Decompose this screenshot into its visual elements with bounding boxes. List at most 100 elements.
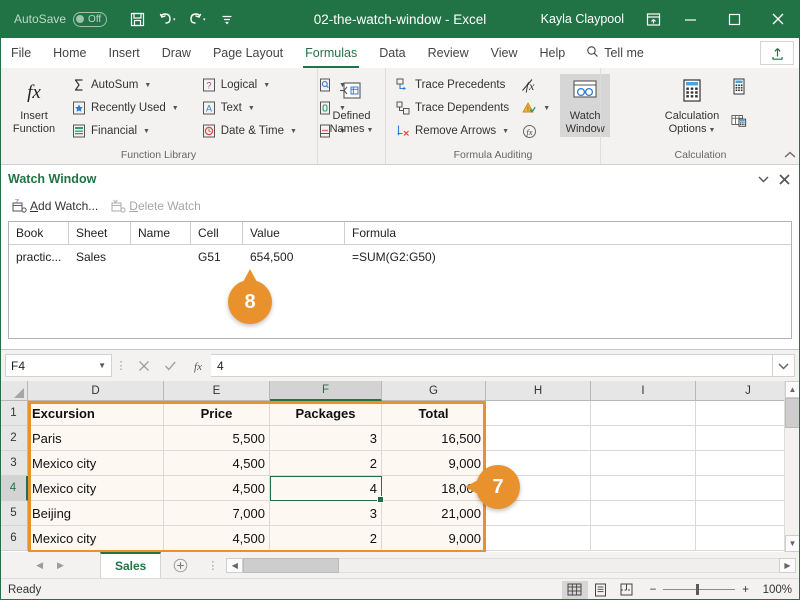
cell-i1[interactable] (591, 401, 696, 426)
scroll-up-icon[interactable]: ▲ (785, 381, 800, 398)
tab-data[interactable]: Data (368, 38, 416, 68)
cell-f2[interactable]: 3 (270, 426, 382, 451)
share-button[interactable] (760, 41, 794, 65)
financial-button[interactable]: Financial ▼ (67, 120, 183, 142)
undo-icon[interactable] (153, 5, 181, 33)
cell-f4[interactable]: 4 (270, 476, 382, 501)
minimize-icon[interactable] (668, 0, 712, 38)
watch-window-close-icon[interactable] (779, 173, 790, 185)
watch-window-row[interactable]: practic... Sales G51 654,500 =SUM(G2:G50… (9, 245, 791, 268)
autosave-switch[interactable]: Off (73, 11, 108, 27)
cell-j2[interactable] (696, 426, 784, 451)
cell-g5[interactable]: 21,000 (382, 501, 486, 526)
tab-home[interactable]: Home (42, 38, 97, 68)
chevron-down-icon[interactable]: ▼ (263, 82, 270, 89)
add-watch-button[interactable]: ? AAdd Watch...dd Watch... (6, 196, 103, 216)
zoom-slider[interactable] (663, 584, 736, 595)
chevron-down-icon[interactable]: ▼ (708, 127, 715, 134)
cell-e5[interactable]: 7,000 (164, 501, 270, 526)
formula-input[interactable]: 4 (211, 354, 773, 377)
remove-arrows-button[interactable]: Remove Arrows ▼ (391, 120, 513, 142)
column-header-i[interactable]: I (591, 381, 696, 401)
column-header-h[interactable]: H (486, 381, 591, 401)
chevron-down-icon[interactable]: ▼ (290, 128, 297, 135)
tab-view[interactable]: View (480, 38, 529, 68)
insert-function-icon[interactable]: fx (184, 354, 211, 377)
chevron-down-icon[interactable]: ▼ (98, 361, 106, 370)
evaluate-formula-button[interactable]: fx (517, 120, 554, 142)
cell-f5[interactable]: 3 (270, 501, 382, 526)
watch-col-sheet[interactable]: Sheet (69, 222, 131, 244)
page-layout-view-icon[interactable] (588, 581, 614, 599)
text-button[interactable]: A Text ▼ (197, 97, 301, 119)
autosave-toggle[interactable]: AutoSave Off (14, 11, 108, 27)
horizontal-scroll-track[interactable] (339, 557, 779, 573)
column-header-e[interactable]: E (164, 381, 270, 401)
cell-g6[interactable]: 9,000 (382, 526, 486, 551)
cell-d4[interactable]: Mexico city (28, 476, 164, 501)
tab-draw[interactable]: Draw (151, 38, 202, 68)
tab-help[interactable]: Help (529, 38, 577, 68)
trace-dependents-button[interactable]: Trace Dependents (391, 97, 513, 119)
recently-used-button[interactable]: Recently Used ▼ (67, 97, 183, 119)
enter-formula-icon[interactable] (157, 354, 184, 377)
chevron-down-icon[interactable]: ▼ (502, 128, 509, 135)
tab-formulas[interactable]: Formulas (294, 38, 368, 68)
show-formulas-button[interactable]: fx (517, 74, 554, 96)
row-header-4[interactable]: 4 (0, 476, 28, 501)
vertical-scroll-thumb[interactable] (785, 398, 800, 428)
collapse-ribbon-icon[interactable] (784, 151, 796, 162)
column-header-f[interactable]: F (270, 381, 382, 401)
date-time-button[interactable]: Date & Time ▼ (197, 120, 301, 142)
scroll-down-icon[interactable]: ▼ (785, 535, 800, 552)
tab-splitter[interactable]: ⋮ (199, 559, 226, 572)
zoom-out-icon[interactable]: − (650, 584, 657, 596)
cell-h1[interactable] (486, 401, 591, 426)
cell-j6[interactable] (696, 526, 784, 551)
chevron-down-icon[interactable]: ▼ (143, 128, 150, 135)
formula-bar-splitter[interactable]: ⋮ (112, 359, 130, 372)
zoom-in-icon[interactable]: + (742, 584, 749, 596)
cell-e6[interactable]: 4,500 (164, 526, 270, 551)
add-sheet-icon[interactable] (161, 552, 199, 578)
row-header-3[interactable]: 3 (0, 451, 28, 476)
cell-i6[interactable] (591, 526, 696, 551)
horizontal-scrollbar[interactable]: ⋮ ◀ ▶ (199, 552, 800, 578)
vertical-scroll-track[interactable] (785, 428, 800, 535)
calculate-now-button[interactable] (727, 76, 751, 98)
watch-col-book[interactable]: Book (9, 222, 69, 244)
close-icon[interactable] (756, 0, 800, 38)
calculate-sheet-button[interactable] (727, 109, 751, 131)
scroll-left-icon[interactable]: ◀ (226, 557, 244, 573)
watch-col-name[interactable]: Name (131, 222, 191, 244)
cell-d3[interactable]: Mexico city (28, 451, 164, 476)
chevron-down-icon[interactable]: ▼ (366, 127, 373, 134)
cell-e2[interactable]: 5,500 (164, 426, 270, 451)
cell-g1[interactable]: Total (382, 401, 486, 426)
cell-i4[interactable] (591, 476, 696, 501)
cell-j5[interactable] (696, 501, 784, 526)
vertical-scrollbar[interactable]: ▲ ▼ (784, 381, 800, 552)
cell-j3[interactable] (696, 451, 784, 476)
normal-view-icon[interactable] (561, 580, 588, 599)
tab-page-layout[interactable]: Page Layout (202, 38, 294, 68)
cell-h2[interactable] (486, 426, 591, 451)
expand-formula-bar-icon[interactable] (773, 354, 795, 377)
cell-i5[interactable] (591, 501, 696, 526)
column-header-j[interactable]: J (696, 381, 784, 401)
tell-me-box[interactable]: Tell me (576, 38, 654, 68)
chevron-down-icon[interactable]: ▼ (248, 105, 255, 112)
watch-col-value[interactable]: Value (243, 222, 345, 244)
autosum-button[interactable]: AutoSum ▼ (67, 74, 183, 96)
cell-e1[interactable]: Price (164, 401, 270, 426)
ribbon-display-options-icon[interactable] (638, 5, 668, 33)
row-header-5[interactable]: 5 (0, 501, 28, 526)
cell-f6[interactable]: 2 (270, 526, 382, 551)
tab-review[interactable]: Review (417, 38, 480, 68)
chevron-down-icon[interactable]: ▼ (543, 105, 550, 112)
watch-col-cell[interactable]: Cell (191, 222, 243, 244)
cell-d1[interactable]: Excursion (28, 401, 164, 426)
cell-e3[interactable]: 4,500 (164, 451, 270, 476)
previous-sheet-icon[interactable]: ◀ (36, 560, 43, 571)
cell-d2[interactable]: Paris (28, 426, 164, 451)
